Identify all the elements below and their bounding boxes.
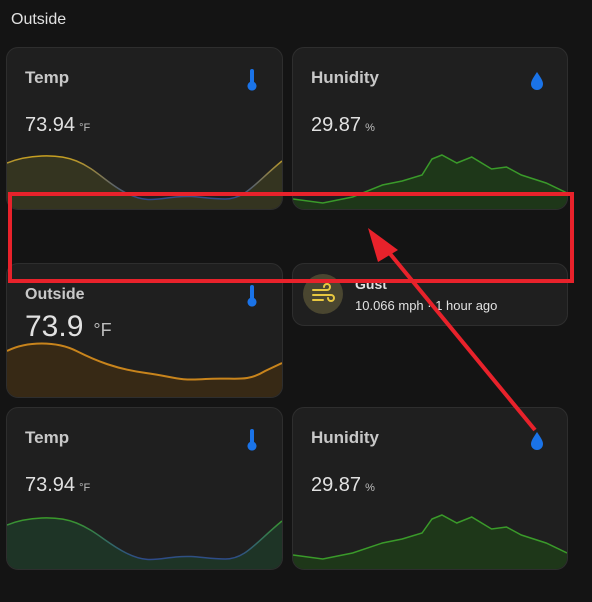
annotation-arrow: [368, 228, 537, 432]
